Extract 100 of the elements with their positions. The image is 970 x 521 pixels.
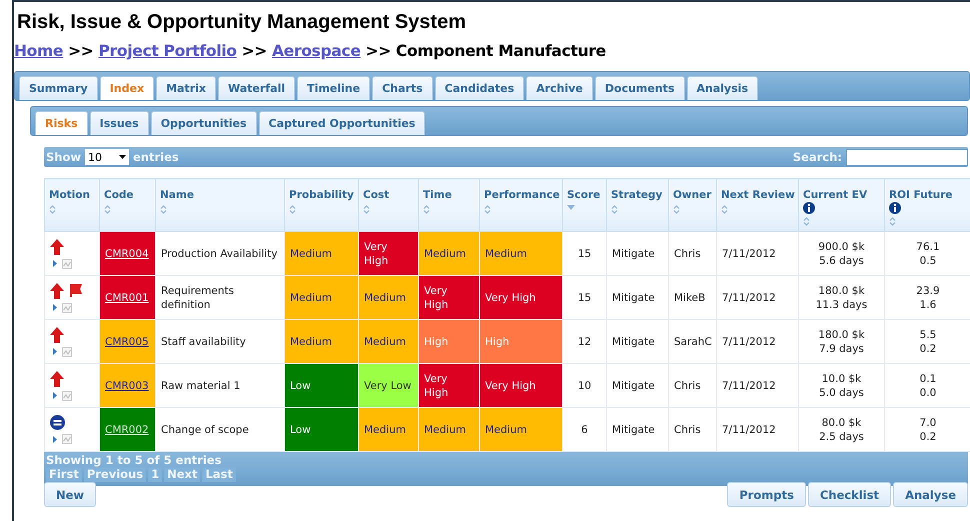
column-header[interactable]: Time — [423, 189, 452, 202]
breadcrumb-link[interactable]: Aerospace — [272, 42, 361, 60]
page-title: Risk, Issue & Opportunity Management System — [17, 10, 467, 34]
rating-cell: Very High — [418, 364, 480, 408]
expand-icon[interactable] — [53, 392, 57, 399]
table-cell: 10.0 $k 5.0 days — [798, 364, 884, 408]
chart-icon[interactable] — [62, 390, 72, 400]
table-cell: Raw material 1 — [156, 364, 284, 408]
info-icon[interactable] — [803, 202, 815, 214]
table-cell: Change of scope — [156, 408, 284, 452]
chart-icon[interactable] — [62, 434, 72, 444]
expand-icon[interactable] — [53, 436, 57, 442]
subtab[interactable]: Risks — [35, 111, 88, 135]
rating-cell: Medium — [284, 232, 358, 276]
sort-icon[interactable] — [49, 205, 56, 214]
column-header[interactable]: Name — [160, 189, 194, 202]
breadcrumb-link[interactable]: Project Portfolio — [98, 42, 237, 60]
table-cell: Chris — [668, 408, 716, 452]
rating-cell: Very High — [358, 232, 418, 276]
tab[interactable]: Archive — [526, 76, 593, 100]
subtab[interactable]: Captured Opportunities — [258, 111, 426, 135]
column-header[interactable]: Motion — [49, 189, 90, 202]
table-cell: 76.1 0.5 — [884, 232, 970, 276]
column-header[interactable]: Current EV — [803, 189, 868, 202]
sort-icon[interactable] — [289, 205, 296, 214]
table-cell: 900.0 $k 5.6 days — [798, 232, 884, 276]
table-cell: Requirements definition — [156, 276, 284, 320]
breadcrumb-link[interactable]: Home — [14, 42, 64, 60]
table-cell: Production Availability — [156, 232, 284, 276]
tab[interactable]: Documents — [594, 76, 684, 100]
column-header[interactable]: Owner — [673, 189, 712, 202]
sort-icon[interactable] — [803, 217, 810, 226]
table-cell: Mitigate — [606, 276, 668, 320]
sort-icon[interactable] — [423, 205, 430, 214]
rating-cell: Medium — [418, 232, 480, 276]
tab[interactable]: Candidates — [434, 76, 524, 100]
table-cell: 12 — [562, 320, 606, 364]
table-cell: Mitigate — [606, 364, 668, 408]
table-cell: 10 — [562, 364, 606, 408]
column-header[interactable]: Code — [104, 189, 134, 202]
rating-cell: Medium — [418, 408, 480, 452]
table-cell: MikeB — [668, 276, 716, 320]
expand-icon[interactable] — [53, 348, 57, 355]
dropdown-caret-icon — [119, 155, 126, 159]
rating-cell: Low — [284, 364, 358, 408]
table-cell: 5.5 0.2 — [884, 320, 970, 364]
sort-icon[interactable] — [160, 205, 167, 214]
sort-icon[interactable] — [104, 205, 111, 214]
tab[interactable]: Summary — [19, 76, 98, 100]
tab[interactable]: Matrix — [156, 76, 216, 100]
up-arrow-icon — [50, 282, 64, 298]
search-label: Search: — [792, 150, 842, 164]
tab[interactable]: Timeline — [297, 76, 370, 100]
sort-icon[interactable] — [484, 205, 491, 214]
sort-descending-icon[interactable] — [567, 205, 575, 210]
sort-icon[interactable] — [673, 205, 680, 214]
table-cell: 0.1 0.0 — [884, 364, 970, 408]
table-cell: SarahC — [668, 320, 716, 364]
show-label: Show — [46, 150, 81, 164]
table-cell: 7.0 0.2 — [884, 408, 970, 452]
rating-cell: Medium — [284, 276, 358, 320]
entries-label: entries — [133, 150, 179, 164]
rating-cell: Very High — [480, 276, 562, 320]
tab[interactable]: Analysis — [686, 76, 758, 100]
expand-icon[interactable] — [53, 304, 57, 311]
info-icon[interactable] — [889, 202, 901, 214]
entries-select[interactable]: 10 — [85, 149, 129, 165]
expand-icon[interactable] — [53, 260, 57, 267]
table-cell: 180.0 $k 11.3 days — [798, 276, 884, 320]
search-field[interactable] — [846, 148, 968, 166]
action-button[interactable]: Checklist — [808, 482, 892, 507]
subtab[interactable]: Issues — [90, 111, 149, 135]
new-button[interactable]: New — [44, 482, 96, 507]
sort-icon[interactable] — [363, 205, 370, 214]
chart-icon[interactable] — [62, 258, 72, 268]
tab[interactable]: Charts — [372, 76, 433, 100]
rating-cell: Medium — [358, 320, 418, 364]
column-header[interactable]: ROI Future — [889, 189, 952, 202]
tab[interactable]: Index — [100, 76, 154, 100]
table-cell: 6 — [562, 408, 606, 452]
table-cell: Mitigate — [606, 408, 668, 452]
steady-icon — [50, 415, 65, 430]
sort-icon[interactable] — [721, 205, 728, 214]
rating-cell: Very High — [480, 364, 562, 408]
chart-icon[interactable] — [62, 346, 72, 356]
up-arrow-icon — [50, 370, 64, 386]
chart-icon[interactable] — [62, 302, 72, 312]
action-button[interactable]: Prompts — [727, 482, 806, 507]
tab[interactable]: Waterfall — [218, 76, 296, 100]
breadcrumb-separator: >> — [366, 42, 391, 60]
table-cell: 180.0 $k 7.9 days — [798, 320, 884, 364]
table-cell: 7/11/2012 — [716, 276, 798, 320]
column-header[interactable]: Cost — [363, 189, 390, 202]
table-cell: Staff availability — [156, 320, 284, 364]
subtab[interactable]: Opportunities — [150, 111, 256, 135]
action-button[interactable]: Analyse — [893, 482, 968, 507]
sort-icon[interactable] — [889, 217, 896, 226]
table-cell: 80.0 $k 2.5 days — [798, 408, 884, 452]
column-header[interactable]: Score — [567, 189, 600, 202]
sort-icon[interactable] — [611, 205, 618, 214]
